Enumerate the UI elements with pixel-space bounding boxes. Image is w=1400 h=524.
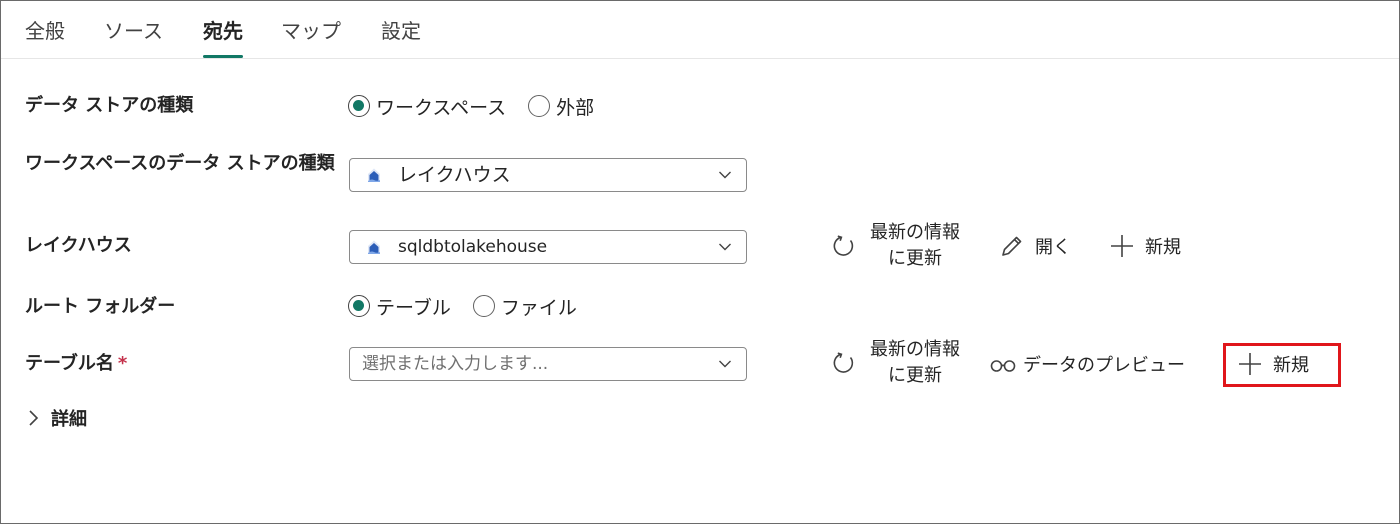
radio-workspace[interactable]: ワークスペース [348,93,506,120]
chevron-down-icon [719,360,731,368]
table-name-label-text: テーブル名 [25,353,114,374]
radio-tables[interactable]: テーブル [348,293,451,320]
radio-selected-icon [348,95,370,117]
table-name-label: テーブル名 * [25,350,127,378]
refresh-label: 最新の情報に更新 [870,222,960,269]
store-type-label: データ ストアの種類 [25,95,194,116]
radio-files[interactable]: ファイル [472,293,577,320]
store-type-radio-group: ワークスペース 外部 [348,92,616,120]
lakehouse-label: レイクハウス [25,235,132,256]
table-name-input[interactable] [362,350,702,378]
plus-icon [1111,235,1133,257]
tab-settings[interactable]: 設定 [381,17,421,57]
new-label: 新規 [1145,237,1181,258]
workspace-store-type-dropdown[interactable]: レイクハウス [349,158,747,192]
table-name-combobox[interactable] [349,347,747,381]
destination-panel: 全般 ソース 宛先 マップ 設定 データ ストアの種類 ワークスペース 外部 ワ… [0,0,1400,524]
dropdown-value: レイクハウス [398,164,511,186]
chevron-down-icon [719,243,731,251]
lakehouse-icon [368,168,380,182]
open-label: 開く [1035,237,1071,258]
lakehouse-dropdown[interactable]: sqldbtolakehouse [349,230,747,264]
pencil-icon [1002,236,1022,256]
radio-workspace-label: ワークスペース [376,96,507,119]
root-folder-radio-group: テーブル ファイル [348,292,599,320]
glasses-icon [990,360,1016,372]
required-mark: * [117,353,128,374]
radio-selected-icon [348,295,370,317]
table-refresh-button[interactable]: 最新の情報に更新 [831,337,967,389]
details-expander[interactable]: 詳細 [27,405,87,431]
table-new-button[interactable]: 新規 [1237,351,1309,377]
dropdown-value: sqldbtolakehouse [398,237,548,257]
radio-external-label: 外部 [556,96,595,119]
lakehouse-icon [368,240,380,254]
lakehouse-refresh-button[interactable]: 最新の情報に更新 [831,220,967,272]
radio-unselected-icon [472,295,495,317]
radio-files-label: ファイル [500,296,577,319]
refresh-icon [833,352,854,373]
plus-icon [1239,353,1261,375]
new-label: 新規 [1273,355,1309,376]
chevron-down-icon [719,171,731,179]
radio-tables-label: テーブル [376,296,451,319]
radio-unselected-icon [528,95,551,117]
preview-data-button[interactable]: データのプレビュー [989,351,1185,377]
tab-general[interactable]: 全般 [25,17,65,57]
tab-source[interactable]: ソース [104,17,163,57]
tab-mapping[interactable]: マップ [281,17,341,57]
details-label: 詳細 [51,409,87,430]
tab-bar: 全般 ソース 宛先 マップ 設定 [1,1,1399,59]
open-button[interactable]: 開く [999,233,1071,259]
radio-external[interactable]: 外部 [528,93,594,120]
root-folder-label: ルート フォルダー [25,296,176,317]
refresh-label: 最新の情報に更新 [870,339,960,386]
workspace-store-type-label: ワークスペースのデータ ストアの種類 [25,153,335,174]
preview-label: データのプレビュー [1023,355,1185,376]
lakehouse-new-button[interactable]: 新規 [1109,233,1181,259]
refresh-icon [833,235,854,256]
chevron-right-icon [29,410,39,426]
tab-destination[interactable]: 宛先 [203,17,243,58]
